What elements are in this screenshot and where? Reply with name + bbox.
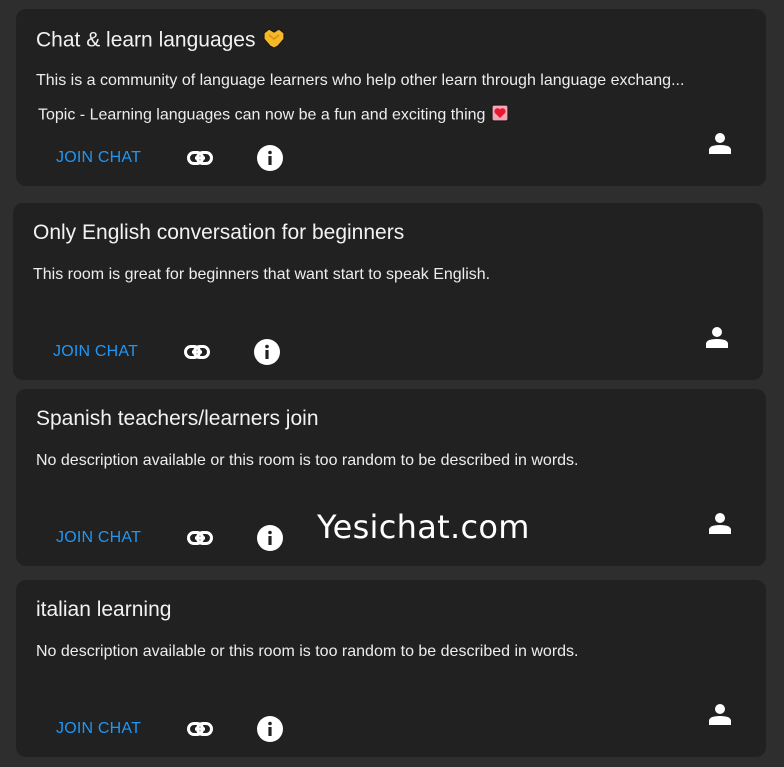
link-icon[interactable] — [183, 141, 217, 175]
room-description: This is a community of language learners… — [36, 72, 685, 89]
handshake-emoji-icon — [262, 27, 286, 55]
link-icon[interactable] — [183, 521, 217, 555]
room-card: Only English conversation for beginners … — [13, 203, 763, 380]
heart-decoration-icon — [491, 104, 510, 127]
person-icon — [707, 510, 733, 536]
info-icon[interactable] — [250, 335, 284, 369]
room-description: No description available or this room is… — [36, 643, 579, 660]
person-icon — [707, 701, 733, 727]
person-icon — [707, 130, 733, 156]
info-icon[interactable] — [253, 521, 287, 555]
room-description: No description available or this room is… — [36, 452, 579, 469]
room-description: This room is great for beginners that wa… — [33, 266, 491, 283]
room-card: italian learning No description availabl… — [16, 580, 766, 757]
link-icon[interactable] — [183, 712, 217, 746]
room-title: Only English conversation for beginners — [33, 221, 405, 244]
room-title: Chat & learn languages — [36, 27, 286, 55]
room-topic: Topic - Learning languages can now be a … — [38, 104, 510, 127]
link-icon[interactable] — [180, 335, 214, 369]
room-card: Chat & learn languages This is a communi… — [16, 9, 766, 186]
info-icon[interactable] — [253, 141, 287, 175]
join-chat-button[interactable]: JOIN CHAT — [42, 712, 155, 746]
join-chat-button[interactable]: JOIN CHAT — [42, 141, 155, 175]
info-icon[interactable] — [253, 712, 287, 746]
room-title: Spanish teachers/learners join — [36, 407, 319, 430]
room-title: italian learning — [36, 598, 172, 621]
join-chat-button[interactable]: JOIN CHAT — [39, 335, 152, 369]
watermark: Yesichat.com — [317, 508, 530, 546]
person-icon — [704, 324, 730, 350]
join-chat-button[interactable]: JOIN CHAT — [42, 521, 155, 555]
